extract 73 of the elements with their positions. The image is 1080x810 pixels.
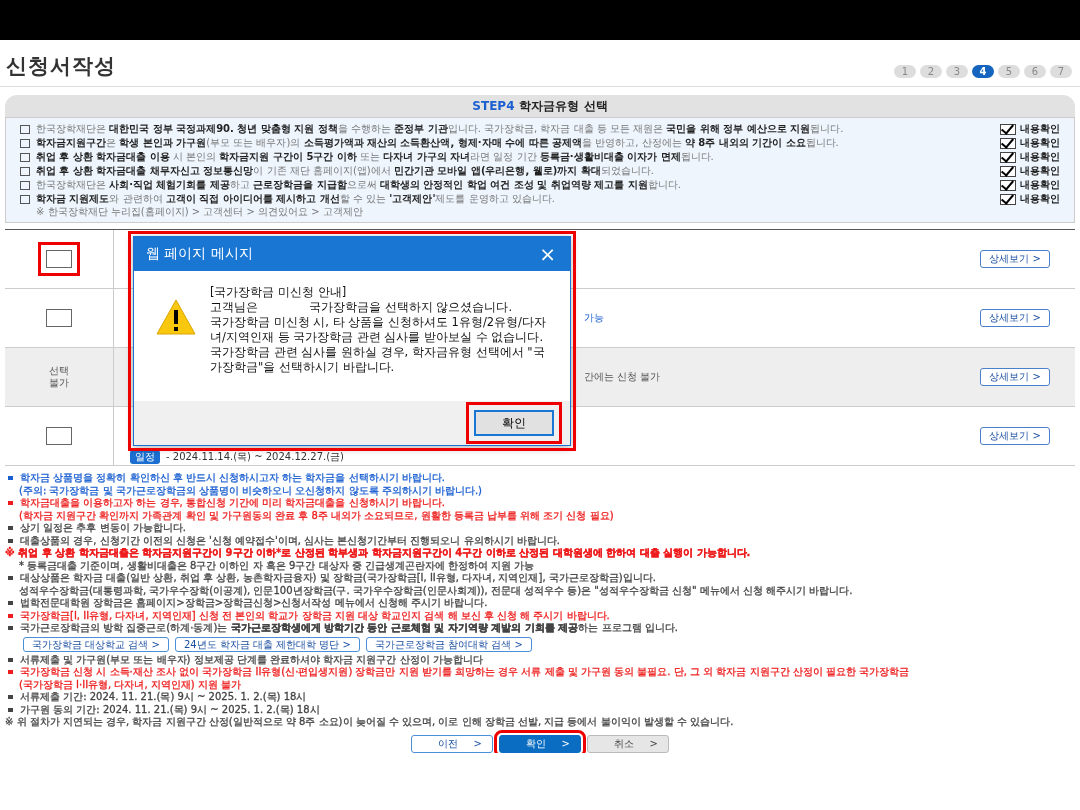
step-indicator: 7 [1050,65,1072,78]
note-text: 법학전문대학원 장학금은 홈페이지>장학금>장학금신청>신청서작성 메뉴에서 신청해 주시기 바랍니다. [20,597,488,610]
confirm-label: 내용확인 [1020,192,1060,206]
note-text: 서류제출 기간: 2024. 11. 21.(목) 9시 ~ 2025. 1. 2.(목) 18시 [20,691,307,704]
action-button[interactable]: 이전 > [411,734,493,753]
select-checkbox[interactable] [46,427,72,445]
confirm-label: 내용확인 [1020,136,1060,150]
note-text: ※ 취업 후 상환 학자금대출은 학자금지원구간이 9구간 이하*로 산정된 학부생과 학자금지원구간이 4구간 이하로 산정된 대학원생에 한하여 대출 실행이 가능합니다. [5,547,751,560]
note-text: 국가장학금 신청 시 소득·재산 조사 없이 국가장학금 II유형(신·편입생지원) 장학금만 지원 받기를 희망하는 경우 서류 제출 및 가구원 동의 불필요. 단, 그 외 학자금 지원구간 산정이 필요한 국가장학금 [20,666,910,679]
row-text: 가능 [584,311,605,325]
square-bullet-icon [20,167,30,176]
square-bullet-icon [20,139,30,148]
page-title: 신청서작성 [6,53,116,80]
square-bullet-icon [20,195,30,204]
step-label: STEP4 [472,99,515,113]
confirm-label: 내용확인 [1020,178,1060,192]
section-title: 학자금유형 선택 [519,97,608,115]
note-text: 대상상품은 학자금 대출(일반 상환, 취업 후 상환, 농촌학자금융자) 및 장학금(국가장학금[I, II유형, 다자녀, 지역인재], 국가근로장학금)입니다. [20,572,656,585]
dialog-title: 웹 페이지 메시지 [146,245,253,263]
dialog-message: [국가장학금 미신청 안내] 고객님은 국가장학금을 선택하지 않으셨습니다. 국가장학금 미신청 시, 타 상품을 신청하셔도 1유형/2유형/다자 녀/지역인재 등 국가장학금 관련 심사를 받아보실 수 없습니다. 국가장학금 관련 심사를 원하실 경우, 학자금유형 선택에서 "국 가장학금"을 선택하시기 바랍니다. [210,285,546,376]
confirm-checkbox[interactable] [1000,137,1016,149]
step-indicator: 1 [894,65,916,78]
note-text: 학자금 상품명을 정확히 확인하신 후 반드시 신청하시고자 하는 학자금을 선택하시기 바랍니다. [20,472,445,485]
select-checkbox[interactable] [46,309,72,327]
note-text: 국가장학금[I, II유형, 다자녀, 지역인재] 신청 전 본인의 학교가 장학금 지원 대상 학교인지 검색 해 보신 후 신청 해 주시기 바랍니다. [20,609,610,622]
note-text: (학자금 지원구간 확인까지 가족관계 확인 및 가구원동의 완료 후 8주 내외가 소요되므로, 원활한 등록금 납부를 위해 조기 신청 필요) [19,509,614,522]
notice-text: 취업 후 상환 학자금대출 채무자신고 정보통신망이 기존 재단 홈페이지(앱)에서 민간기관 모바일 앱(우리은행, 웰로)까지 확대되었습니다. [36,165,654,176]
detail-button[interactable]: 상세보기 > [980,427,1050,445]
note-text: 가구원 동의 기간: 2024. 11. 21.(목) 9시 ~ 2025. 1. 2.(목) 18시 [20,703,320,716]
notice-text: 취업 후 상환 학자금대출 이용 시 본인의 학자금지원 구간이 5구간 이하 또는 다자녀 가구의 자녀라면 일정 기간 등록금·생활비대출 이자가 면제됩니다. [36,151,714,162]
note-text: 성적우수장학금(대통령과학, 국가우수장학(이공계), 인문100년장학금(구. 국가우수장학금(인문사회계)), 전문대 성적우수 등)은 "성적우수장학금 신청" 메뉴에서 신청 해주시기 바랍니다. [19,584,853,597]
warning-icon [156,299,196,335]
link-button[interactable]: 국가근로장학금 참여대학 검색 > [365,636,532,652]
confirm-checkbox[interactable] [1000,193,1016,205]
confirm-checkbox[interactable] [1000,151,1016,163]
square-bullet-icon [20,125,30,134]
confirm-checkbox[interactable] [1000,165,1016,177]
note-text: * 등록금대출 기준이며, 생활비대출은 8구간 이하인 자 혹은 9구간 대상자 중 긴급생계곤란자에 한정하여 지원 가능 [19,559,535,572]
step-indicator: 5 [998,65,1020,78]
square-bullet-icon [20,181,30,190]
close-button[interactable]: × [533,241,562,267]
row-text: 간에는 신청 불가 [584,370,662,384]
note-text: 상기 일정은 추후 변동이 가능합니다. [20,522,186,535]
notice-text: 한국장학재단은 대한민국 정부 국정과제90. 청년 맞춤형 지원 정책을 수행하는 준정부 기관입니다. 국가장학금, 학자금 대출 등 모든 재원은 국민을 위해 정부 예산으로 지원됩니다. [36,123,844,134]
detail-button[interactable]: 상세보기 > [980,309,1050,327]
notice-note: ※ 한국장학재단 누리집(홈페이지) > 고객센터 > 의견있어요 > 고객제안 [36,206,364,218]
confirm-checkbox[interactable] [1000,179,1016,191]
status-label: 선택 불가 [48,365,70,389]
square-bullet-icon [20,153,30,162]
confirm-label: 내용확인 [1020,164,1060,178]
step-indicator: 2 [920,65,942,78]
note-text: (국가장학금 I·II유형, 다자녀, 지역인재) 지원 불가 [19,678,242,691]
confirm-label: 내용확인 [1020,150,1060,164]
notice-text: 학자금 지원제도와 관련하여 고객이 직접 아이디어를 제시하고 개선할 수 있는 '고객제안'제도를 운영하고 있습니다. [36,193,555,204]
confirm-label: 내용확인 [1020,122,1060,136]
notice-text: 한국장학재단은 사회·직업 체험기회를 제공하고 근로장학금을 지급함으로써 대학생의 안정적인 학업 여건 조성 및 취업역량 제고를 지원합니다. [36,179,681,190]
step-indicator: 6 [1024,65,1046,78]
note-text: 서류제출 및 가구원(부모 또는 배우자) 정보제공 단계를 완료하셔야 학자금 지원구간 산정이 가능합니다 [20,653,483,666]
note-text: ※ 위 절차가 지연되는 경우, 학자금 지원구간 산정(일반적으로 약 8주 소요)이 늦어질 수 있으며, 이로 인해 장학금 선발, 지급 등에서 불이익이 발생할 수 있습니다. [5,716,734,729]
note-text: 학자금대출을 이용하고자 하는 경우, 통합신청 기간에 미리 학자금대출을 신청하시기 바랍니다. [20,497,445,510]
schedule-dates: - 2024.11.14.(목) ~ 2024.12.27.(금) [166,450,344,464]
detail-button[interactable]: 상세보기 > [980,368,1050,386]
confirm-checkbox[interactable] [1000,123,1016,135]
note-text: 대출상품의 경우, 신청기간 이전의 신청은 '신청 예약접수'이며, 심사는 본신청기간부터 진행되오니 유의하시기 바랍니다. [20,534,560,547]
detail-button[interactable]: 상세보기 > [980,250,1050,268]
action-button[interactable]: 취소 > [587,734,669,753]
step-indicator: 3 [946,65,968,78]
step-indicator: 4 [972,65,994,78]
link-button[interactable]: 24년도 학자금 대출 제한대학 명단 > [174,636,360,652]
note-text: (주의: 국가장학금 및 국가근로장학금의 상품명이 비슷하오니 오신청하지 않도록 주의하시기 바랍니다.) [19,484,482,497]
notice-text: 학자금지원구간은 학생 본인과 가구원(부모 또는 배우자)의 소득평가액과 재산의 소득환산액, 형제·자매 수에 따른 공제액을 반영하고, 산정에는 약 8주 내외의 기간이 소요됩니다. [36,137,839,148]
link-button[interactable]: 국가장학금 대상학교 검색 > [23,636,169,652]
note-text: 국가근로장학금의 방학 집중근로(하계·동계)는 국가근로장학생에게 방학기간 동안 근로체험 및 자기역량 계발의 기회를 제공하는 프로그램 입니다. [20,622,678,635]
